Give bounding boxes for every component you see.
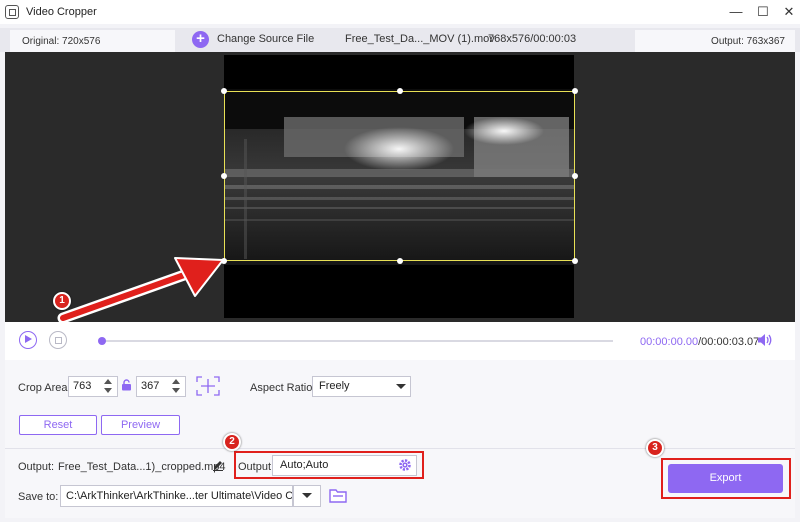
preview-button[interactable]: Preview [101,415,180,435]
window-title: Video Cropper [26,6,97,18]
section-divider [5,448,795,449]
time-display: 00:00:00.00/00:00:03.07 [640,336,759,348]
plus-icon[interactable]: + [192,31,209,48]
crop-handle-bottom[interactable] [397,258,403,264]
output-size-label: Output: 763x367 [635,30,795,52]
annotation-badge-1: 1 [53,292,71,310]
crop-handle-top-left[interactable] [221,88,227,94]
minimize-button[interactable]: — [725,3,747,21]
change-source-button[interactable]: Change Source File [217,33,314,45]
crop-height-stepper[interactable] [172,379,180,394]
current-time: 00:00:00.00 [640,336,699,348]
progress-thumb[interactable] [98,337,106,345]
reset-button[interactable]: Reset [19,415,97,435]
lock-icon[interactable] [121,379,132,391]
original-size-label: Original: 720x576 [10,30,175,52]
chevron-down-icon [302,493,312,498]
close-button[interactable]: ✕ [778,3,800,21]
folder-icon[interactable] [329,488,347,503]
progress-track[interactable] [101,340,613,342]
aspect-ratio-label: Aspect Ratio: [250,382,316,394]
output-settings-highlight [234,451,424,479]
play-icon[interactable] [19,331,37,349]
annotation-badge-3: 3 [646,439,664,457]
export-button[interactable]: Export [668,464,783,493]
edit-icon[interactable] [212,459,224,471]
crop-handle-left[interactable] [221,173,227,179]
crop-handle-top-right[interactable] [572,88,578,94]
maximize-button[interactable]: ☐ [752,3,774,21]
center-icon[interactable] [195,375,221,397]
save-path-field[interactable]: C:\ArkThinker\ArkThinke...ter Ultimate\V… [60,485,293,507]
output-filename: Free_Test_Data...1)_cropped.mp4 [58,461,226,473]
save-to-label: Save to: [18,491,59,503]
app-icon [5,5,19,19]
chevron-down-icon [396,384,406,389]
annotation-badge-2: 2 [223,433,241,451]
source-filename: Free_Test_Da..._MOV (1).mov [345,33,495,45]
annotation-arrow [57,257,224,324]
crop-area-label: Crop Area: [18,382,71,394]
stop-icon[interactable] [49,331,67,349]
title-bar [0,0,800,24]
crop-handle-bottom-right[interactable] [572,258,578,264]
output-label: Output: [18,461,55,473]
crop-handle-top[interactable] [397,88,403,94]
source-file-info: 768x576/00:00:03 [488,33,577,45]
crop-handle-right[interactable] [572,173,578,179]
total-time: /00:00:03.07 [698,336,760,348]
crop-frame[interactable] [224,91,575,261]
volume-icon[interactable] [757,333,773,347]
crop-width-stepper[interactable] [104,379,112,394]
